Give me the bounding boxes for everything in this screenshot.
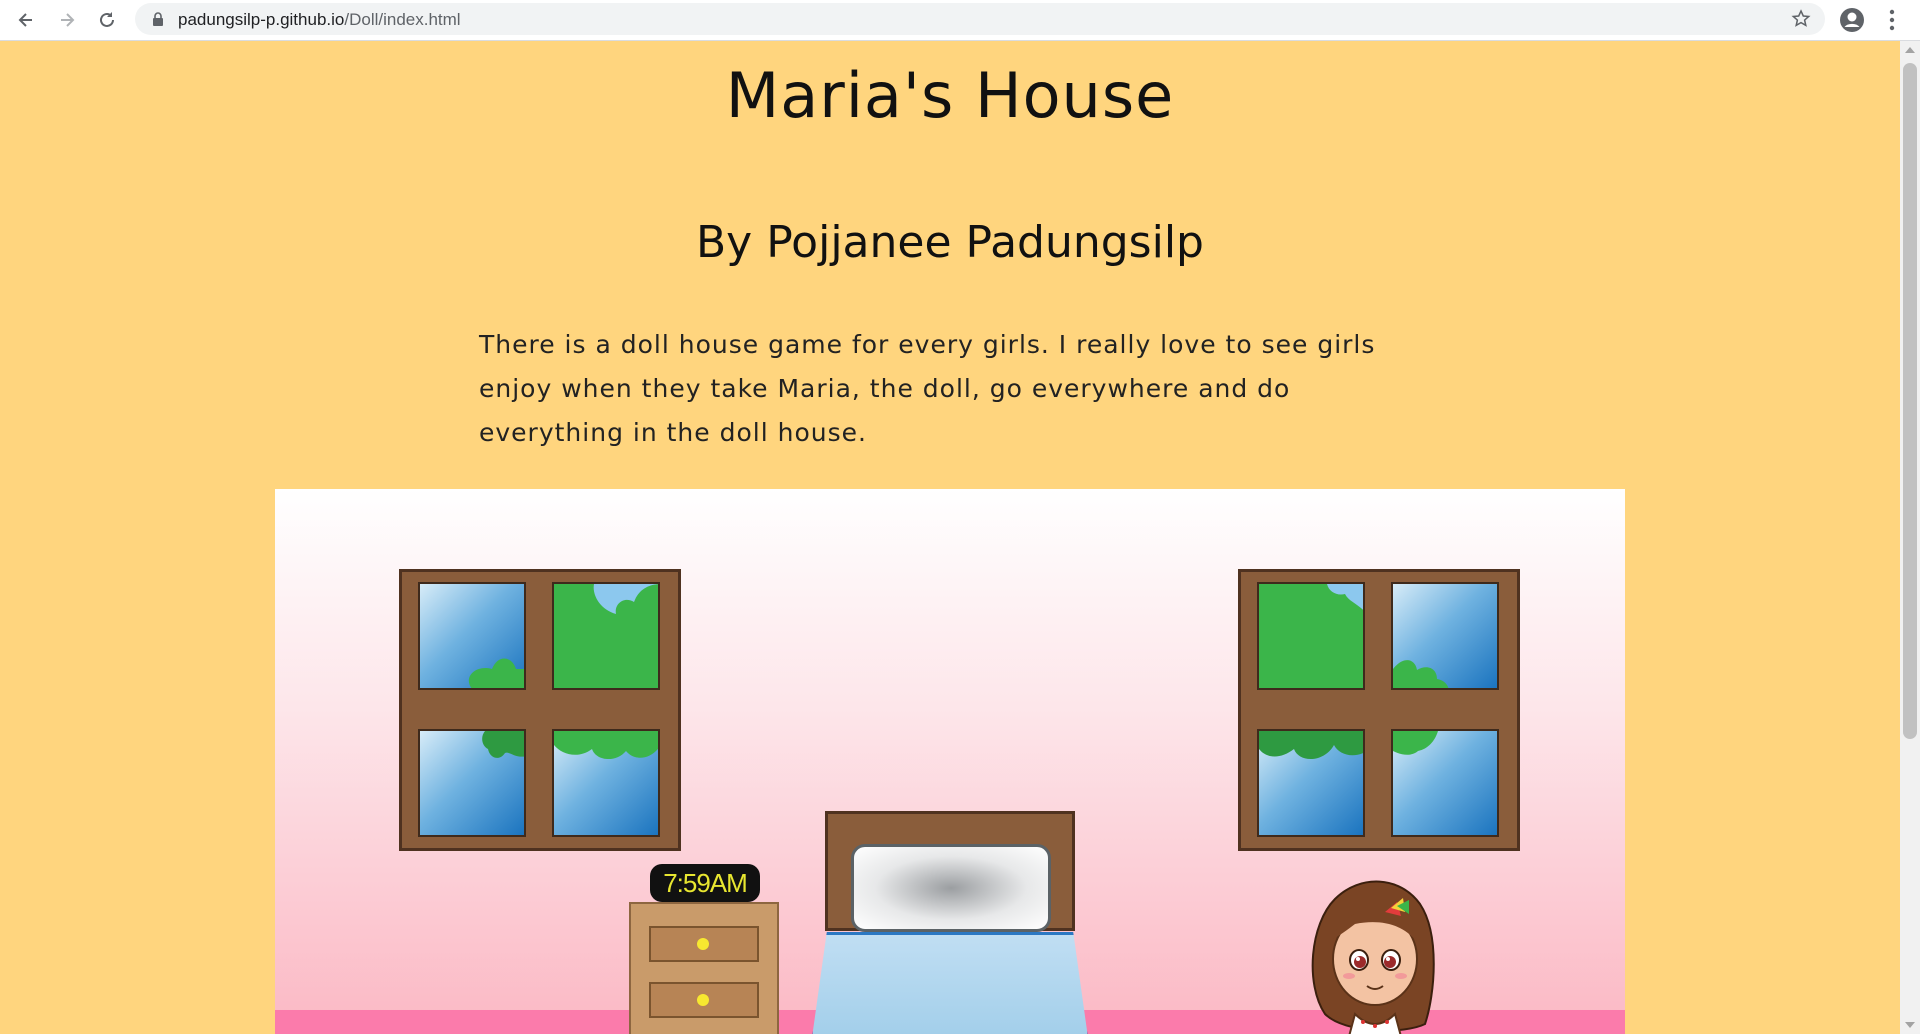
intro-paragraph: There is a doll house game for every gir… [479, 330, 1376, 447]
window-pane [552, 729, 660, 837]
author-byline: By Pojjanee Padungsilp [696, 217, 1204, 268]
back-button[interactable] [12, 6, 40, 34]
lock-icon [153, 12, 163, 26]
left-window [399, 569, 681, 851]
vertical-scrollbar[interactable] [1900, 41, 1920, 1034]
browser-toolbar: padungsilp-p.github.io/Doll/index.html [0, 0, 1920, 41]
nightstand-drawer-bottom[interactable] [649, 982, 759, 1018]
back-arrow-icon [18, 13, 32, 27]
maria-doll[interactable] [1285, 864, 1465, 1034]
menu-dots-icon[interactable] [1888, 8, 1896, 32]
nightstand-drawer-top[interactable] [649, 926, 759, 962]
window-pane [1391, 582, 1499, 690]
drawer-knob [697, 994, 709, 1006]
page-title: Maria's House [725, 59, 1175, 132]
forward-arrow-icon [61, 13, 75, 27]
bed-pillow[interactable] [851, 844, 1051, 932]
doll-house-room[interactable]: 7:59AM [275, 489, 1625, 1034]
nightstand[interactable] [629, 902, 779, 1034]
scroll-down-arrow-icon[interactable] [1905, 1022, 1915, 1028]
address-bar[interactable]: padungsilp-p.github.io/Doll/index.html [135, 3, 1825, 35]
scroll-thumb[interactable] [1903, 63, 1917, 739]
window-pane-tree [552, 582, 660, 690]
window-pane [1391, 729, 1499, 837]
url-text[interactable]: padungsilp-p.github.io/Doll/index.html [178, 10, 461, 30]
window-pane-tree [1257, 582, 1365, 690]
window-pane [418, 582, 526, 690]
reload-button[interactable] [93, 6, 121, 34]
window-pane [418, 729, 526, 837]
window-pane [1257, 729, 1365, 837]
bed-blanket[interactable] [810, 932, 1090, 1034]
drawer-knob [697, 938, 709, 950]
reload-icon [100, 12, 114, 27]
page-content: Maria's House By Pojjanee Padungsilp The… [0, 41, 1900, 1034]
scroll-up-arrow-icon[interactable] [1905, 47, 1915, 53]
url-path: /Doll/index.html [344, 10, 461, 29]
profile-icon[interactable] [1839, 7, 1865, 33]
star-icon[interactable] [1791, 9, 1811, 29]
forward-button[interactable] [53, 6, 81, 34]
right-window [1238, 569, 1520, 851]
alarm-clock[interactable]: 7:59AM [650, 864, 760, 902]
url-host: padungsilp-p.github.io [178, 10, 345, 29]
